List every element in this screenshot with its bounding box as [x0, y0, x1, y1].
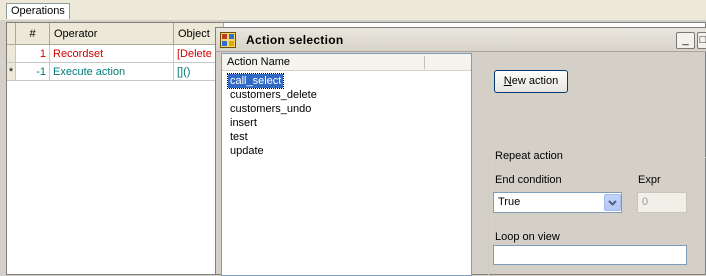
tab-strip: Operations [0, 0, 706, 20]
list-item[interactable]: insert [228, 116, 259, 130]
end-condition-label: End condition [495, 174, 562, 186]
action-list[interactable]: Action Name call_select customers_delete… [221, 53, 472, 276]
column-separator[interactable] [424, 56, 425, 69]
table-cell-operator[interactable]: Recordset [50, 45, 174, 63]
maximize-button[interactable]: □ [697, 32, 706, 49]
grid-row-marker: * [7, 63, 16, 81]
list-item[interactable]: customers_delete [228, 88, 319, 102]
table-cell-operator[interactable]: Execute action [50, 63, 174, 81]
list-item[interactable]: call_select [226, 73, 285, 89]
loop-on-view-field[interactable] [493, 245, 687, 265]
list-item[interactable]: update [228, 144, 266, 158]
dropdown-button[interactable] [604, 194, 621, 211]
minimize-button[interactable]: _ [676, 32, 695, 49]
new-action-label: ew action [511, 75, 559, 87]
list-item[interactable]: customers_undo [228, 102, 313, 116]
chevron-down-icon [608, 200, 617, 206]
end-condition-value: True [498, 196, 521, 208]
table-cell-num[interactable]: 1 [16, 45, 50, 63]
end-condition-select[interactable]: True [493, 192, 622, 213]
grid-header-operator[interactable]: Operator [50, 23, 174, 45]
dialog-titlebar[interactable]: Action selection _ □ [216, 28, 706, 52]
list-header[interactable]: Action Name [222, 54, 471, 71]
grid-header-num[interactable]: # [16, 23, 50, 45]
tab-operations[interactable]: Operations [6, 3, 70, 19]
grid-row-marker-header [7, 23, 16, 45]
expr-field[interactable]: 0 [637, 192, 687, 213]
loop-on-view-label: Loop on view [495, 231, 560, 243]
app-icon [220, 32, 236, 48]
list-header-label: Action Name [227, 56, 290, 68]
repeat-action-title: Repeat action [492, 150, 566, 162]
new-action-button[interactable]: New action [494, 70, 568, 93]
grid-row-marker [7, 45, 16, 63]
table-cell-num[interactable]: -1 [16, 63, 50, 81]
expr-label: Expr [638, 174, 661, 186]
list-item[interactable]: test [228, 130, 250, 144]
dialog-title: Action selection [246, 33, 344, 47]
new-action-accel: N [503, 75, 512, 87]
action-selection-dialog: Action selection _ □ Action Name call_se… [215, 27, 706, 276]
